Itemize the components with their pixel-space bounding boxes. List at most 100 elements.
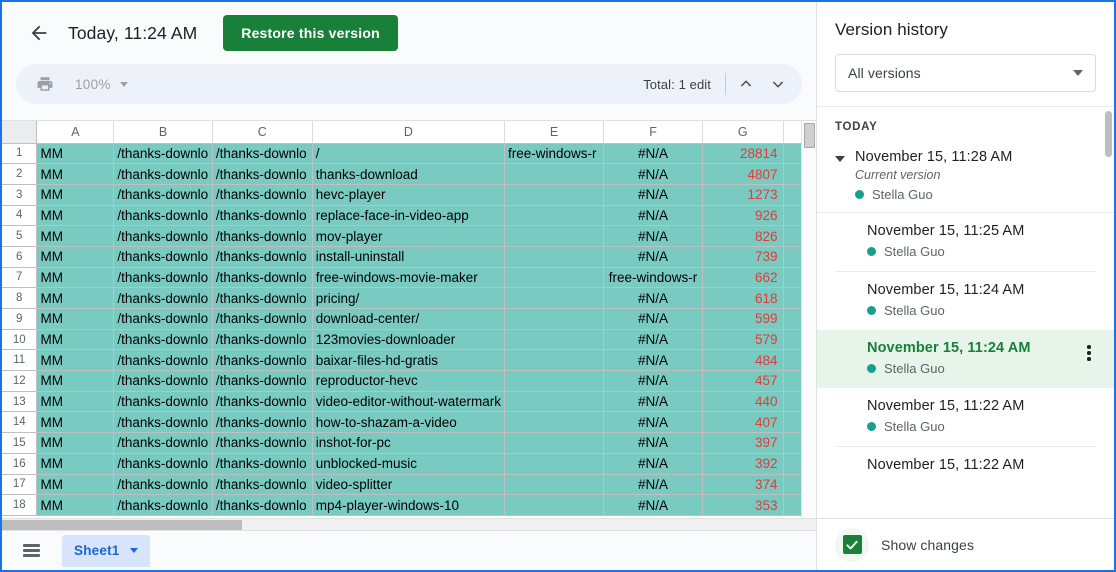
cell-d9[interactable]: download-center/ (312, 308, 506, 330)
cell-c5[interactable]: /thanks-downlo (212, 225, 313, 247)
cell-b4[interactable]: /thanks-downlo (113, 205, 213, 227)
column-header-f[interactable]: F (603, 121, 704, 144)
cell-a17[interactable]: MM (36, 474, 115, 496)
cell-f8[interactable]: #N/A (603, 287, 704, 309)
expand-caret-icon[interactable] (835, 156, 845, 162)
cell-e6[interactable] (504, 246, 605, 268)
cell-g1[interactable]: 28814 (702, 143, 784, 165)
cell-a13[interactable]: MM (36, 391, 115, 413)
cell-d1[interactable]: / (312, 143, 506, 165)
cell-b15[interactable]: /thanks-downlo (113, 432, 213, 454)
cell-f4[interactable]: #N/A (603, 205, 704, 227)
cell-e17[interactable] (504, 474, 605, 496)
cell-a7[interactable]: MM (36, 267, 115, 289)
cell-a5[interactable]: MM (36, 225, 115, 247)
cell-a2[interactable]: MM (36, 163, 115, 185)
cell-e1[interactable]: free-windows-r (504, 143, 605, 165)
cell-f5[interactable]: #N/A (603, 225, 704, 247)
row-header[interactable]: 10 (2, 329, 38, 351)
cell-a10[interactable]: MM (36, 329, 115, 351)
cell-c12[interactable]: /thanks-downlo (212, 370, 313, 392)
cell-g3[interactable]: 1273 (702, 184, 784, 206)
cell-g5[interactable]: 826 (702, 225, 784, 247)
previous-edit-button[interactable] (730, 68, 762, 100)
row-header[interactable]: 6 (2, 246, 38, 268)
cell-b13[interactable]: /thanks-downlo (113, 391, 213, 413)
vertical-scrollbar-thumb[interactable] (804, 123, 815, 148)
row-header[interactable]: 14 (2, 411, 38, 434)
cell-c14[interactable]: /thanks-downlo (212, 411, 313, 434)
cell-d17[interactable]: video-splitter (312, 474, 506, 496)
cell-c18[interactable]: /thanks-downlo (212, 494, 313, 516)
select-all-corner[interactable] (2, 121, 38, 144)
cell-g6[interactable]: 739 (702, 246, 784, 268)
cell-d14[interactable]: how-to-shazam-a-video (312, 411, 506, 434)
cell-b1[interactable]: /thanks-downlo (113, 143, 213, 165)
cell-d12[interactable]: reproductor-hevc (312, 370, 506, 392)
version-item[interactable]: November 15, 11:22 AM (817, 447, 1114, 485)
cell-g18[interactable]: 353 (702, 494, 784, 516)
cell-c1[interactable]: /thanks-downlo (212, 143, 313, 165)
print-icon[interactable] (30, 69, 60, 99)
cell-d15[interactable]: inshot-for-pc (312, 432, 506, 454)
row-header[interactable]: 8 (2, 287, 38, 309)
cell-d2[interactable]: thanks-download (312, 163, 506, 185)
horizontal-scrollbar-thumb[interactable] (2, 520, 242, 530)
cell-b3[interactable]: /thanks-downlo (113, 184, 213, 206)
column-header-c[interactable]: C (212, 121, 313, 144)
cell-e4[interactable] (504, 205, 605, 227)
cell-b16[interactable]: /thanks-downlo (113, 453, 213, 475)
next-edit-button[interactable] (762, 68, 794, 100)
cell-c16[interactable]: /thanks-downlo (212, 453, 313, 475)
cell-g16[interactable]: 392 (702, 453, 784, 475)
restore-this-version-button[interactable]: Restore this version (223, 15, 398, 51)
column-header-a[interactable]: A (36, 121, 115, 144)
cell-a12[interactable]: MM (36, 370, 115, 392)
row-header[interactable]: 15 (2, 432, 38, 454)
cell-a9[interactable]: MM (36, 308, 115, 330)
version-item[interactable]: November 15, 11:24 AM Stella Guo (817, 272, 1114, 330)
row-header[interactable]: 13 (2, 391, 38, 413)
cell-b5[interactable]: /thanks-downlo (113, 225, 213, 247)
cell-b6[interactable]: /thanks-downlo (113, 246, 213, 268)
cell-a11[interactable]: MM (36, 349, 115, 372)
cell-e7[interactable] (504, 267, 605, 289)
cell-b10[interactable]: /thanks-downlo (113, 329, 213, 351)
version-item[interactable]: November 15, 11:28 AM Current version Stel… (817, 143, 1114, 212)
cell-e18[interactable] (504, 494, 605, 516)
cell-c7[interactable]: /thanks-downlo (212, 267, 313, 289)
cell-f16[interactable]: #N/A (603, 453, 704, 475)
cell-b18[interactable]: /thanks-downlo (113, 494, 213, 516)
cell-e9[interactable] (504, 308, 605, 330)
cell-e8[interactable] (504, 287, 605, 309)
cell-a6[interactable]: MM (36, 246, 115, 268)
back-arrow-icon[interactable] (20, 14, 58, 52)
row-header[interactable]: 12 (2, 370, 38, 392)
cell-e10[interactable] (504, 329, 605, 351)
cell-e3[interactable] (504, 184, 605, 206)
more-vert-icon[interactable] (1078, 342, 1100, 364)
cell-d16[interactable]: unblocked-music (312, 453, 506, 475)
cell-a1[interactable]: MM (36, 143, 115, 165)
cell-g9[interactable]: 599 (702, 308, 784, 330)
cell-d4[interactable]: replace-face-in-video-app (312, 205, 506, 227)
cell-a8[interactable]: MM (36, 287, 115, 309)
show-changes-label[interactable]: Show changes (881, 537, 974, 553)
sheet-tab-sheet1[interactable]: Sheet1 (62, 534, 151, 567)
cell-g15[interactable]: 397 (702, 432, 784, 454)
cell-e14[interactable] (504, 411, 605, 434)
cell-b9[interactable]: /thanks-downlo (113, 308, 213, 330)
cell-c8[interactable]: /thanks-downlo (212, 287, 313, 309)
cell-f12[interactable]: #N/A (603, 370, 704, 392)
version-item[interactable]: November 15, 11:22 AM Stella Guo (817, 388, 1114, 446)
cell-b17[interactable]: /thanks-downlo (113, 474, 213, 496)
row-header[interactable]: 1 (2, 143, 38, 165)
cell-c10[interactable]: /thanks-downlo (212, 329, 313, 351)
cell-d6[interactable]: install-uninstall (312, 246, 506, 268)
cell-c6[interactable]: /thanks-downlo (212, 246, 313, 268)
cell-g2[interactable]: 4807 (702, 163, 784, 185)
cell-b8[interactable]: /thanks-downlo (113, 287, 213, 309)
cell-a4[interactable]: MM (36, 205, 115, 227)
cell-e16[interactable] (504, 453, 605, 475)
cell-g8[interactable]: 618 (702, 287, 784, 309)
